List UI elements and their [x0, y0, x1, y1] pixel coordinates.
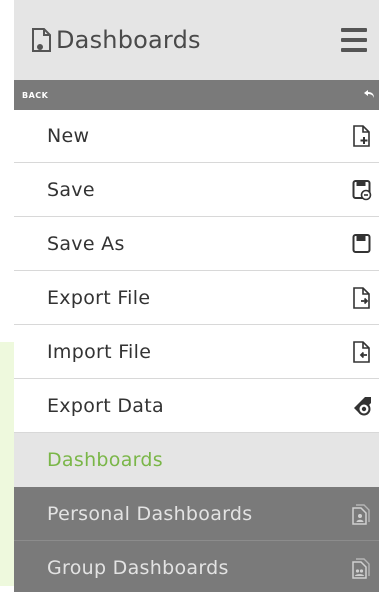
menu-item-label: Save As: [47, 232, 125, 255]
menu-item-label: Export Data: [47, 394, 164, 417]
section-label: Dashboards: [47, 449, 163, 471]
menu-item-label: New: [47, 125, 90, 147]
save-as-icon: [351, 232, 373, 256]
dashboard-file-icon: [30, 26, 54, 54]
new-file-icon: [351, 124, 373, 148]
back-label: BACK: [22, 90, 49, 100]
menu-item-personal-dashboards[interactable]: Personal Dashboards: [14, 487, 379, 541]
menu-item-export-file[interactable]: Export File: [14, 271, 379, 325]
menu-header: Dashboards: [14, 0, 379, 80]
personal-dashboards-icon: [351, 502, 373, 526]
menu-item-label: Save: [47, 178, 95, 201]
back-arrow-icon: [363, 89, 375, 101]
section-dashboards[interactable]: Dashboards: [14, 433, 379, 487]
export-data-icon: [351, 394, 373, 418]
menu-item-export-data[interactable]: Export Data: [14, 379, 379, 433]
menu-item-label: Group Dashboards: [47, 556, 229, 579]
menu-item-new[interactable]: New: [14, 110, 379, 163]
page-title: Dashboards: [56, 26, 201, 54]
menu-item-group-dashboards[interactable]: Group Dashboards: [14, 541, 379, 592]
menu-item-save-as[interactable]: Save As: [14, 217, 379, 271]
export-file-icon: [351, 286, 373, 310]
background-panel: [0, 342, 15, 586]
dashboards-menu-panel: Dashboards BACK New Save Save As Export …: [14, 0, 379, 592]
menu-item-label: Personal Dashboards: [47, 502, 253, 525]
menu-item-import-file[interactable]: Import File: [14, 325, 379, 379]
menu-item-label: Import File: [47, 340, 152, 363]
import-file-icon: [351, 340, 373, 364]
group-dashboards-icon: [351, 556, 373, 580]
back-button[interactable]: BACK: [14, 80, 379, 110]
hamburger-menu-icon[interactable]: [341, 28, 367, 52]
save-icon: [351, 178, 373, 202]
menu-item-label: Export File: [47, 286, 151, 309]
menu-item-save[interactable]: Save: [14, 163, 379, 217]
